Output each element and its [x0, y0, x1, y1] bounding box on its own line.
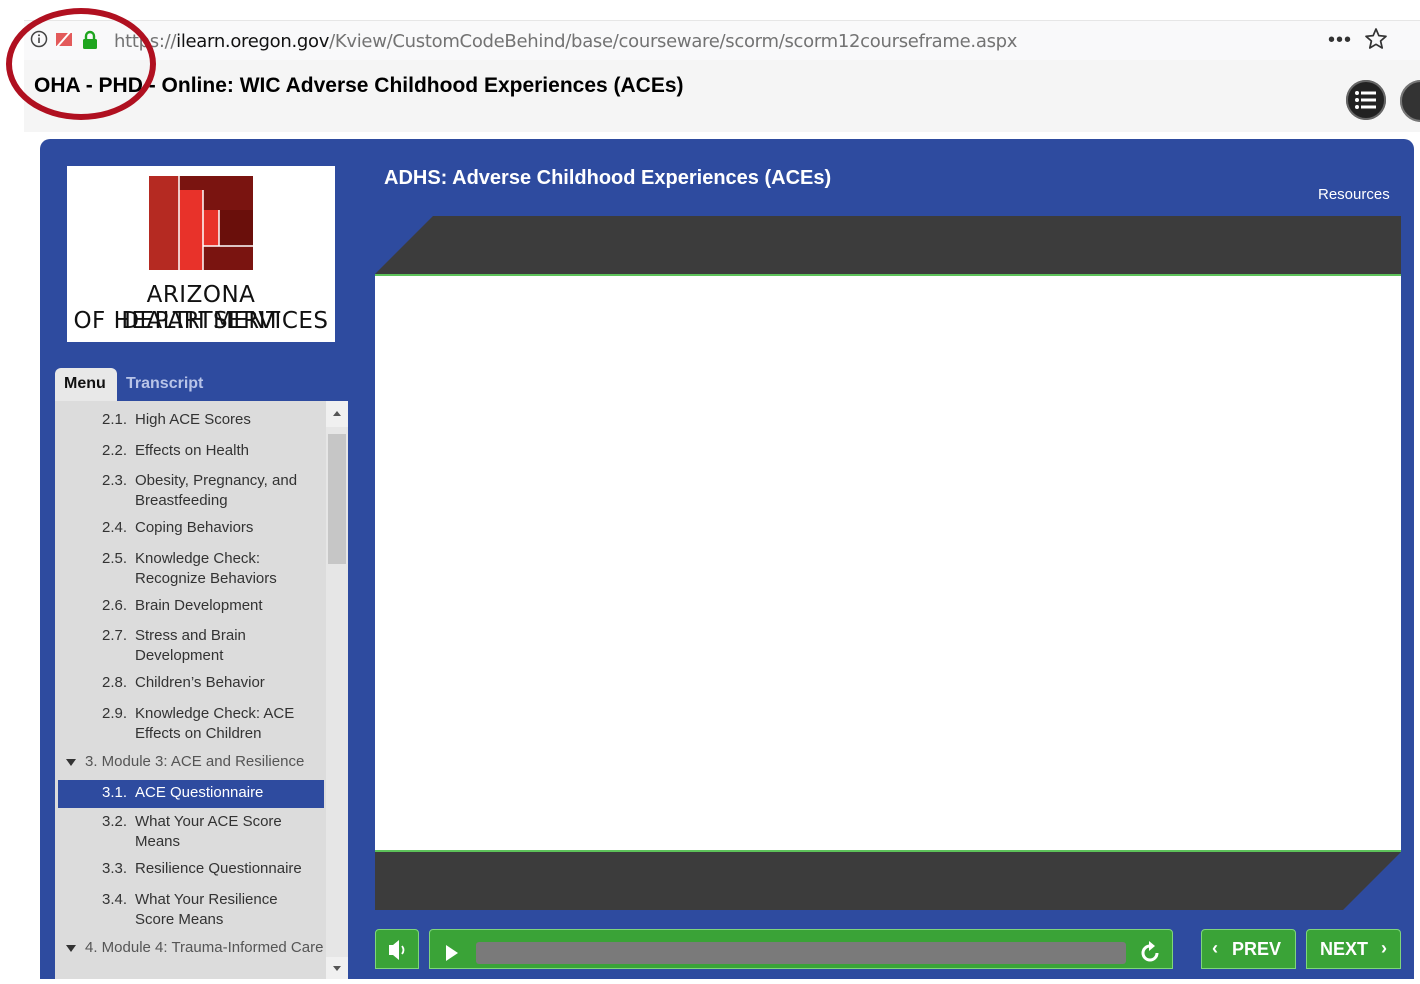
course-player: ARIZONA DEPARTMENT OF HEALTH SERVICES Me… [40, 139, 1414, 979]
menu-item-label: Knowledge Check: ACE Effects on Children [135, 705, 295, 742]
stage-top-frame [375, 216, 1401, 274]
lock-icon[interactable] [82, 30, 98, 50]
menu-item-label: High ACE Scores [135, 411, 251, 428]
menu-module-label: 3. Module 3: ACE and Resilience [85, 753, 305, 770]
slide-content-area [375, 274, 1401, 852]
menu-item-number: 3.3. [102, 860, 128, 877]
menu-item[interactable]: 3.1. ACE Questionnaire [58, 780, 324, 808]
menu-item[interactable]: 3.4. What Your Resilience Score Means [58, 890, 324, 930]
menu-item[interactable]: 2.1. High ACE Scores [58, 410, 324, 430]
url-text[interactable]: https://ilearn.oregon.gov/Kview/CustomCo… [114, 31, 1017, 52]
scroll-thumb[interactable] [328, 434, 346, 564]
menu-item[interactable]: 2.8. Children’s Behavior [58, 673, 324, 693]
menu-item-label: What Your Resilience Score Means [135, 891, 278, 928]
menu-item[interactable]: 2.3. Obesity, Pregnancy, and Breastfeedin… [58, 471, 324, 511]
playback-bar [429, 929, 1173, 969]
menu-item-label: Stress and Brain Development [135, 627, 246, 664]
seek-track[interactable] [476, 942, 1126, 964]
adhs-logo: ARIZONA DEPARTMENT OF HEALTH SERVICES [67, 166, 335, 342]
url-path: /Kview/CustomCodeBehind/base/courseware/… [329, 31, 1018, 52]
logo-text-line2: OF HEALTH SERVICES [73, 308, 329, 334]
adhs-logo-mark-icon [149, 176, 253, 270]
url-host: ilearn.oregon.gov [176, 31, 330, 52]
prev-button-label: PREV [1232, 939, 1282, 959]
menu-module-label: 4. Module 4: Trauma-Informed Care [85, 939, 324, 956]
menu-item-number: 2.8. [102, 674, 128, 691]
menu-item-label: What Your ACE Score Means [135, 813, 282, 850]
scroll-down-button[interactable] [326, 957, 348, 979]
url-slashes: // [164, 31, 177, 52]
menu-item-number: 2.3. [102, 472, 128, 489]
lms-course-title: OHA - PHD - Online: WIC Adverse Childhoo… [34, 74, 684, 97]
menu-item[interactable]: 2.9. Knowledge Check: ACE Effects on Chil… [58, 704, 324, 744]
menu-item-number: 3.2. [102, 813, 128, 830]
menu-item-label: Brain Development [135, 597, 263, 614]
resources-link[interactable]: Resources [1318, 186, 1390, 203]
expand-triangle-icon[interactable] [66, 945, 76, 952]
menu-module-item[interactable]: 3. Module 3: ACE and Resilience [58, 752, 324, 772]
menu-item[interactable]: 3.3. Resilience Questionnaire [58, 859, 324, 879]
scroll-down-arrow-icon [333, 966, 341, 971]
menu-item[interactable]: 2.4. Coping Behaviors [58, 518, 324, 538]
menu-item-label: Effects on Health [135, 442, 249, 459]
lms-header: OHA - PHD - Online: WIC Adverse Childhoo… [24, 60, 1420, 132]
course-menu: 2.1. High ACE Scores 2.2. Effects on Health… [55, 401, 348, 979]
address-bar[interactable]: https://ilearn.oregon.gov/Kview/CustomCo… [24, 20, 1420, 62]
chevron-left-icon: ‹ [1212, 938, 1218, 958]
scroll-up-arrow-icon [333, 411, 341, 416]
menu-item[interactable]: 3.2. What Your ACE Score Means [58, 812, 324, 852]
prev-button[interactable]: ‹ PREV [1201, 929, 1296, 969]
menu-module-item[interactable]: 4. Module 4: Trauma-Informed Care [58, 938, 324, 978]
menu-item-label: Coping Behaviors [135, 519, 254, 536]
menu-item-number: 2.6. [102, 597, 128, 614]
speaker-icon [389, 940, 405, 960]
scroll-up-button[interactable] [326, 401, 348, 427]
stage-bottom-frame [375, 852, 1401, 910]
menu-item-number: 2.9. [102, 705, 128, 722]
next-button[interactable]: NEXT › [1306, 929, 1401, 969]
volume-button[interactable] [375, 929, 419, 969]
page-actions-icon[interactable]: ••• [1328, 29, 1352, 52]
menu-item-number: 2.5. [102, 550, 128, 567]
menu-item-label: Resilience Questionnaire [135, 860, 302, 877]
menu-item-label: Knowledge Check: Recognize Behaviors [135, 550, 277, 587]
menu-item-number: 2.4. [102, 519, 128, 536]
tab-transcript[interactable]: Transcript [117, 368, 212, 402]
menu-item[interactable]: 2.5. Knowledge Check: Recognize Behaviors [58, 549, 324, 589]
chevron-right-icon: › [1381, 938, 1387, 958]
bookmark-star-icon[interactable] [1364, 27, 1388, 51]
replay-icon[interactable] [1137, 940, 1163, 966]
menu-item-label: ACE Questionnaire [135, 784, 264, 801]
menu-item-number: 2.2. [102, 442, 128, 459]
menu-item[interactable]: 2.7. Stress and Brain Development [58, 626, 324, 666]
menu-item-number: 2.7. [102, 627, 128, 644]
menu-item[interactable]: 2.2. Effects on Health [58, 441, 324, 461]
menu-item-label: Children’s Behavior [135, 674, 265, 691]
menu-item-number: 3.4. [102, 891, 128, 908]
url-scheme: https: [114, 31, 165, 52]
expand-triangle-icon[interactable] [66, 759, 76, 766]
next-button-label: NEXT [1320, 939, 1369, 959]
site-info-icon[interactable] [30, 30, 48, 48]
menu-item[interactable]: 2.6. Brain Development [58, 596, 324, 616]
menu-item-number: 3.1. [102, 784, 128, 801]
play-icon[interactable] [446, 945, 458, 961]
menu-scrollbar[interactable] [326, 401, 348, 979]
menu-item-label: Obesity, Pregnancy, and Breastfeeding [135, 472, 298, 509]
list-menu-icon[interactable] [1344, 78, 1388, 122]
course-title: ADHS: Adverse Childhood Experiences (ACE… [384, 167, 832, 189]
menu-item-number: 2.1. [102, 411, 128, 428]
blocked-content-icon[interactable] [55, 30, 73, 48]
tab-menu[interactable]: Menu [55, 368, 117, 402]
round-button-icon[interactable] [1398, 78, 1420, 124]
